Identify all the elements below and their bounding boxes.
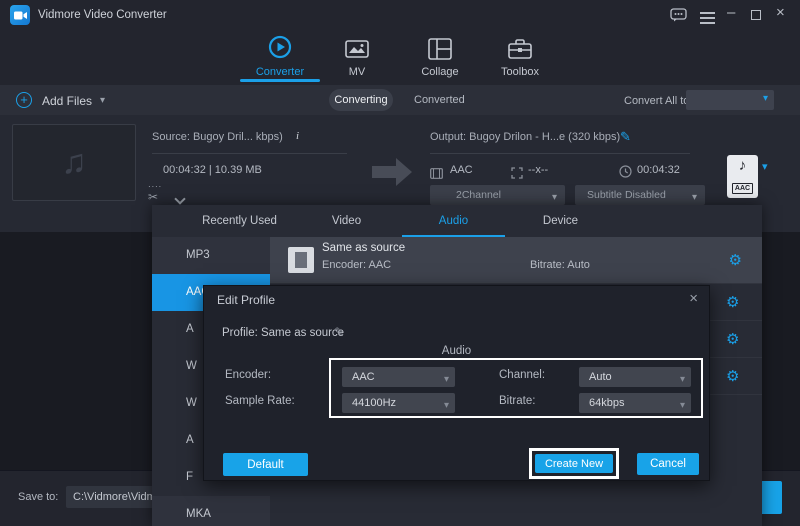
- encoder-label: Encoder:: [225, 369, 271, 381]
- tab-converted[interactable]: Converted: [414, 94, 465, 106]
- edit-output-icon[interactable]: ✎: [620, 129, 631, 145]
- add-files-button[interactable]: Add Files: [42, 94, 92, 108]
- active-tab-underline: [240, 79, 320, 82]
- highlight-box-settings: [329, 358, 703, 418]
- info-icon[interactable]: i: [296, 130, 299, 142]
- duration-size-text: 00:04:32 | 10.39 MB: [163, 164, 262, 176]
- output-duration: 00:04:32: [637, 164, 680, 176]
- file-thumbnail: ♫: [12, 124, 136, 201]
- resolution-icon: [511, 166, 523, 184]
- clock-icon: [619, 165, 632, 183]
- save-to-label: Save to:: [18, 491, 58, 503]
- edit-profile-name-icon[interactable]: ✎: [334, 325, 344, 339]
- panel-tab-audio[interactable]: Audio: [400, 205, 507, 237]
- gear-plus-icon[interactable]: ⚙: [726, 367, 739, 385]
- channel-select[interactable]: 2Channel ▾: [430, 185, 565, 205]
- dialog-profile-line: Profile: Same as source: [222, 327, 344, 339]
- minimize-button[interactable]: –: [727, 6, 735, 20]
- window-title: Vidmore Video Converter: [38, 9, 167, 21]
- highlight-box-create-new: [529, 448, 619, 479]
- converter-icon: [240, 32, 320, 60]
- tab-toolbox[interactable]: Toolbox: [490, 32, 550, 82]
- add-files-caret-icon[interactable]: ▾: [100, 95, 105, 106]
- format-badge-label: AAC: [732, 183, 753, 194]
- arrow-icon: [372, 166, 396, 178]
- add-files-icon[interactable]: +: [16, 92, 32, 108]
- edit-profile-dialog: Edit Profile × Profile: Same as source ✎…: [203, 285, 710, 481]
- gear-plus-icon[interactable]: ⚙: [726, 330, 739, 348]
- output-label: Output: Bugoy Drilon - H...e (320 kbps): [430, 131, 620, 143]
- tab-converter[interactable]: Converter: [240, 32, 320, 82]
- row-separator: [270, 283, 762, 284]
- gear-plus-icon[interactable]: ⚙: [729, 251, 742, 269]
- music-note-icon: ♫: [61, 143, 87, 182]
- format-caret-icon[interactable]: ▾: [762, 160, 768, 173]
- panel-tab-video[interactable]: Video: [293, 205, 400, 237]
- tab-collage[interactable]: Collage: [410, 32, 470, 82]
- convert-all-to-label: Convert All to:: [624, 95, 692, 107]
- menu-icon[interactable]: [700, 9, 715, 27]
- tab-mv[interactable]: MV: [332, 32, 382, 82]
- music-note-icon: ♪: [727, 155, 758, 177]
- sidebar-item-mka[interactable]: MKA: [152, 496, 270, 526]
- dialog-title: Edit Profile: [217, 293, 275, 307]
- chevron-down-icon: ▾: [763, 93, 768, 104]
- panel-tab-recently-used[interactable]: Recently Used: [186, 205, 293, 237]
- divider: [152, 153, 347, 154]
- cancel-button[interactable]: Cancel: [637, 453, 699, 475]
- output-resolution: --x--: [528, 164, 548, 176]
- cut-icon[interactable]: ✂: [148, 190, 158, 204]
- format-badge[interactable]: ♪ AAC: [727, 155, 758, 198]
- source-label: Source: Bugoy Dril... kbps): [152, 131, 283, 143]
- output-codec: AAC: [450, 164, 473, 176]
- divider: [430, 153, 690, 154]
- profile-thumbnail: [288, 247, 314, 273]
- mv-icon: [332, 32, 382, 60]
- profile-row-same-as-source[interactable]: Same as source Encoder: AAC Bitrate: Aut…: [270, 237, 762, 283]
- film-icon: [430, 166, 443, 184]
- default-button[interactable]: Default: [223, 453, 308, 476]
- subtitle-select[interactable]: Subtitle Disabled ▾: [575, 185, 705, 205]
- arrow-head-icon: [396, 158, 412, 186]
- tab-converting[interactable]: Converting: [329, 89, 393, 111]
- toolbox-icon: [490, 32, 550, 60]
- audio-section-title: Audio: [204, 345, 709, 357]
- convert-all-to-select[interactable]: ▾: [686, 90, 774, 110]
- maximize-button[interactable]: [751, 10, 761, 20]
- app-window: Vidmore Video Converter – × Converter MV…: [0, 0, 800, 526]
- panel-tab-device[interactable]: Device: [507, 205, 614, 237]
- sidebar-item-mp3[interactable]: MP3: [152, 237, 270, 274]
- sample-rate-label: Sample Rate:: [225, 395, 295, 407]
- close-button[interactable]: ×: [776, 6, 785, 20]
- app-logo-icon: [10, 5, 30, 25]
- format-panel-tabs: Recently Used Video Audio Device: [152, 205, 762, 237]
- gear-plus-icon[interactable]: ⚙: [726, 293, 739, 311]
- feedback-icon[interactable]: [670, 8, 687, 27]
- dialog-close-icon[interactable]: ×: [689, 290, 698, 307]
- collage-icon: [410, 32, 470, 60]
